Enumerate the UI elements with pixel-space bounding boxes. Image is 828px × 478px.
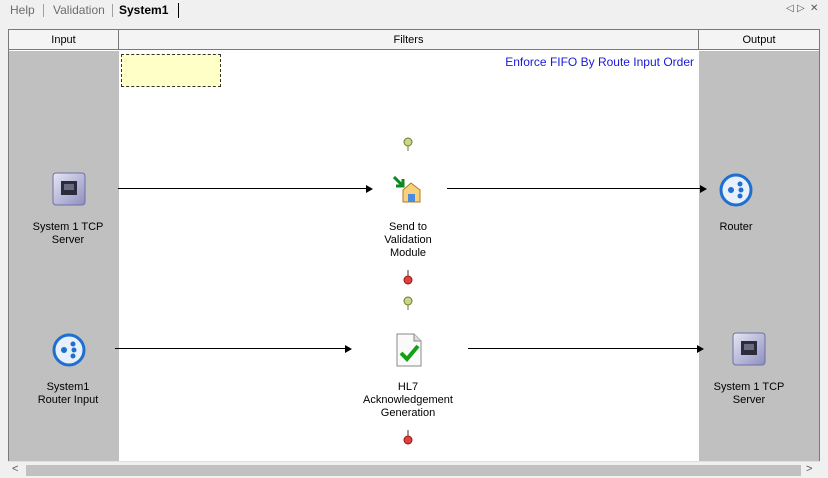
tab-help[interactable]: Help	[10, 3, 35, 17]
tcp-server-icon[interactable]	[732, 332, 766, 366]
failure-connector-icon[interactable]	[402, 270, 414, 286]
input-node-label: System1 Router Input	[37, 381, 99, 406]
input-column-header: Input	[9, 30, 119, 50]
tcp-server-icon[interactable]	[52, 172, 86, 206]
route-arrow	[468, 348, 697, 349]
tab-validation[interactable]: Validation	[53, 3, 105, 17]
route-arrow-head	[700, 185, 707, 193]
column-headers: Input Filters Output	[9, 30, 819, 50]
output-node-label: Router	[719, 221, 753, 233]
route-arrow	[447, 188, 700, 189]
route-arrow-head	[345, 345, 352, 353]
filters-column-header: Filters	[119, 30, 699, 50]
router-icon[interactable]	[52, 333, 86, 367]
tab-close-button[interactable]: ✕	[810, 3, 818, 14]
filter-node-label: HL7 Acknowledgement Generation	[363, 381, 453, 419]
scroll-right-button[interactable]: >	[806, 463, 812, 475]
note-box[interactable]	[121, 54, 221, 87]
scrollbar-thumb[interactable]	[26, 465, 801, 476]
send-to-module-icon[interactable]	[393, 176, 425, 204]
document-check-icon[interactable]	[394, 333, 424, 367]
tab-system1[interactable]: System1	[119, 3, 168, 17]
output-column-header: Output	[742, 34, 776, 46]
tab-next-button[interactable]: ▷	[797, 3, 805, 14]
filter-node-label: Send to Validation Module	[384, 221, 432, 259]
tab-prev-button[interactable]: ◁	[786, 3, 794, 14]
failure-connector-icon[interactable]	[402, 430, 414, 446]
tab-strip: Help Validation System1 ◁ ▷ ✕	[0, 0, 828, 22]
route-arrow-head	[366, 185, 373, 193]
route-arrow	[118, 188, 366, 189]
enforce-fifo-label[interactable]: Enforce FIFO By Route Input Order	[505, 55, 694, 69]
success-connector-icon[interactable]	[402, 296, 414, 310]
route-arrow-head	[697, 345, 704, 353]
horizontal-scrollbar[interactable]: < >	[8, 461, 820, 478]
tab-separator	[112, 4, 113, 17]
input-node-label: System 1 TCP Server	[32, 221, 104, 246]
tab-separator	[43, 4, 44, 17]
scroll-left-button[interactable]: <	[12, 463, 18, 475]
output-node-label: System 1 TCP Server	[713, 381, 785, 406]
router-icon[interactable]	[719, 173, 753, 207]
route-arrow	[115, 348, 345, 349]
success-connector-icon[interactable]	[402, 137, 414, 151]
tab-separator	[178, 3, 179, 18]
